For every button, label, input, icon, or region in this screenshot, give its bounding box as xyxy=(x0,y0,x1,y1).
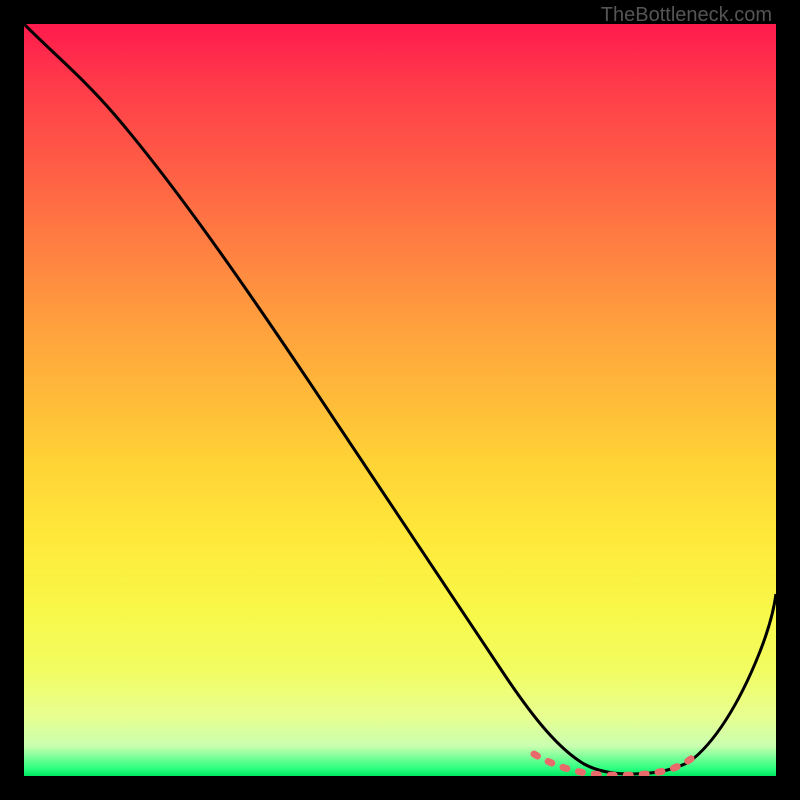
chart-background-gradient xyxy=(24,24,776,776)
chart-frame xyxy=(24,24,776,776)
